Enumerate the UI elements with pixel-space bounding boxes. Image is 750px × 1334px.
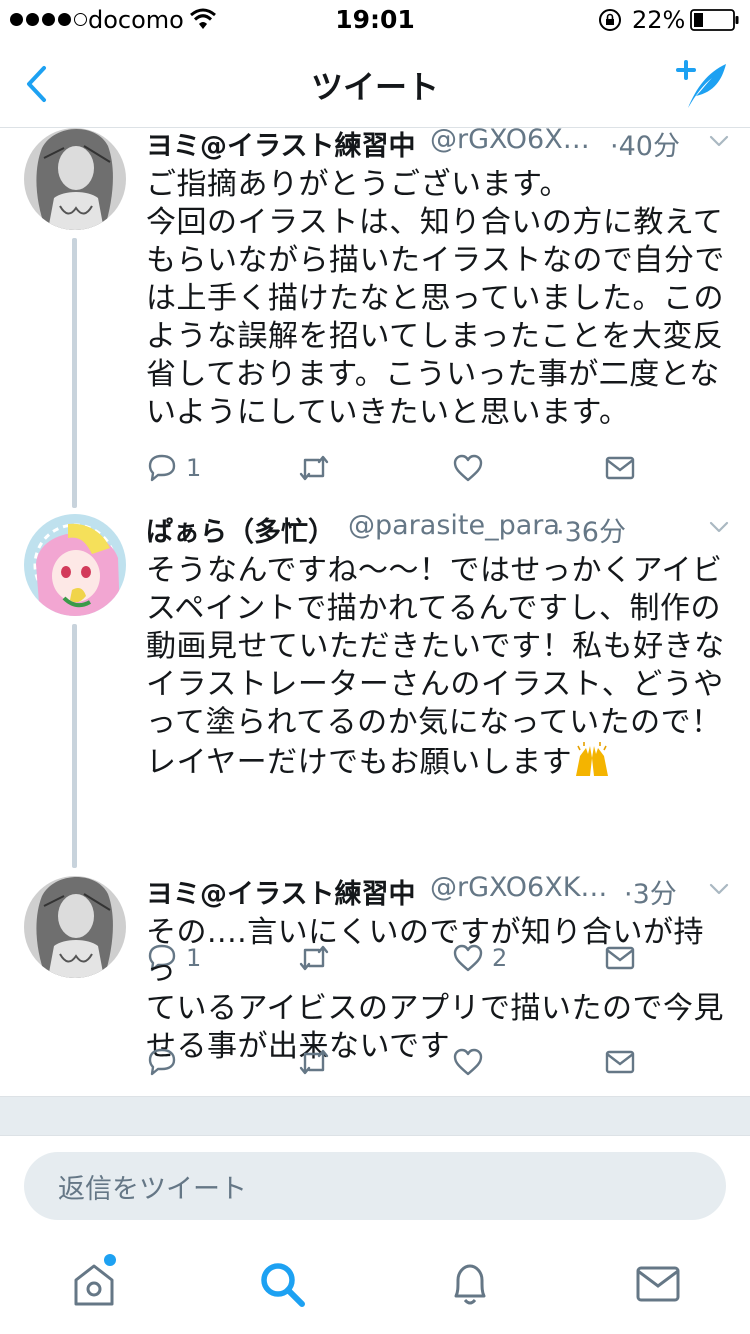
reply-icon [148, 1048, 176, 1076]
avatar[interactable] [24, 514, 126, 616]
thread-line [72, 624, 77, 868]
chevron-down-icon[interactable] [708, 516, 730, 538]
reply-icon [148, 454, 176, 482]
feed-divider [0, 1096, 750, 1136]
tweet-timestamp: ·3分 [624, 879, 677, 910]
reply-input[interactable]: 返信をツイート [24, 1152, 726, 1220]
direct-message-button[interactable] [604, 1044, 636, 1080]
user-handle[interactable]: @parasite_para [348, 510, 560, 541]
reply-button[interactable]: 1 [146, 450, 201, 486]
page-title: ツイート [310, 68, 439, 106]
status-bar: docomo 19:01 22% [0, 0, 750, 40]
display-name[interactable]: ヨミ@イラスト練習中 [146, 128, 415, 163]
like-button[interactable] [452, 1044, 492, 1080]
envelope-icon [605, 456, 635, 480]
tweet-timestamp: ·36分 [556, 517, 626, 548]
tweet-actions [146, 1044, 646, 1080]
search-icon[interactable] [256, 1258, 308, 1310]
conversation-feed: ヨミ@イラスト練習中 @rGXO6X… ·40分 ご指摘ありがとうございます。 … [0, 128, 750, 1096]
chevron-down-icon[interactable] [708, 878, 730, 900]
bell-icon[interactable] [444, 1258, 496, 1310]
nav-bar: ツイート [0, 40, 750, 128]
notification-dot [104, 1254, 116, 1266]
battery-icon [690, 9, 739, 31]
user-handle[interactable]: @rGXO6X… [430, 128, 590, 155]
display-name[interactable]: ヨミ@イラスト練習中 [146, 872, 415, 911]
tweet-timestamp: ·40分 [610, 131, 680, 162]
display-name[interactable]: ぱぁら（多忙） [146, 510, 335, 549]
reply-button[interactable] [146, 1044, 186, 1080]
thread-line [72, 238, 77, 508]
retweet-button[interactable] [298, 450, 338, 486]
home-icon[interactable] [68, 1258, 120, 1310]
chevron-down-icon[interactable] [708, 130, 730, 152]
reply-count: 1 [186, 454, 202, 482]
reply-composer: 返信をツイート [0, 1136, 750, 1234]
tweet-actions: 1 [146, 450, 646, 486]
retweet-button[interactable] [298, 1044, 338, 1080]
tweet-text-content: そうなんですね〜〜！ではせっかくアイビ スペイントで描かれてるんですし、制作の … [146, 553, 725, 780]
avatar[interactable] [24, 876, 126, 978]
tweet-header: ヨミ@イラスト練習中 @rGXO6XK… ·3分 [146, 872, 730, 912]
retweet-icon [299, 455, 329, 481]
mail-icon[interactable] [632, 1258, 684, 1310]
tweet-text: そうなんですね〜〜！ではせっかくアイビ スペイントで描かれてるんですし、制作の … [146, 552, 730, 788]
retweet-icon [299, 1049, 329, 1075]
heart-icon [453, 1048, 483, 1076]
tweet-text: ご指摘ありがとうございます。 今回のイラストは、知り合いの方に教えて もらいなが… [146, 167, 725, 430]
compose-tweet-icon[interactable] [672, 58, 730, 110]
battery-percentage: 22% [632, 6, 686, 34]
raised-hands-icon [572, 742, 612, 788]
direct-message-button[interactable] [604, 450, 636, 486]
tweet-header: ぱぁら（多忙） @parasite_para ·36分 [146, 510, 730, 550]
envelope-icon [605, 1050, 635, 1074]
orientation-lock-icon [599, 9, 621, 31]
heart-icon [453, 454, 483, 482]
avatar[interactable] [24, 128, 126, 230]
tweet-header: ヨミ@イラスト練習中 @rGXO6X… ·40分 [146, 128, 730, 164]
tab-bar [0, 1234, 750, 1334]
user-handle[interactable]: @rGXO6XK… [430, 872, 607, 903]
like-button[interactable] [452, 450, 492, 486]
